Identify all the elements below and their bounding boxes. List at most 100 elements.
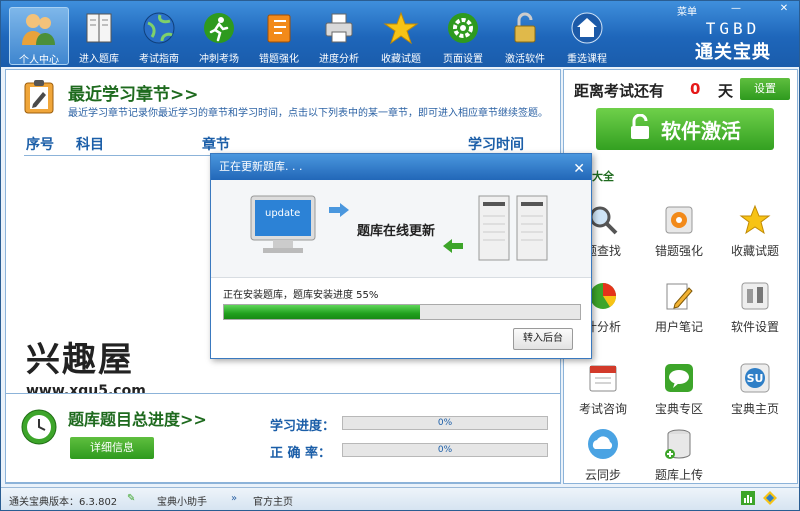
tool-software-settings[interactable]: 软件设置 <box>720 278 790 335</box>
globe-icon <box>140 9 178 47</box>
gear-icon <box>444 9 482 47</box>
calendar-icon <box>585 360 621 396</box>
tool-exam-consult[interactable]: 考试咨询 <box>568 360 638 417</box>
toolbar-label: 进入题库 <box>79 54 119 65</box>
column-header: 序号 <box>26 137 54 153</box>
activate-label: 软件激活 <box>661 118 741 143</box>
dialog-title: 正在更新题库. . . <box>219 160 303 173</box>
watermark: 兴趣屋 www.xqu5.com <box>26 332 146 399</box>
tool-label: 用户笔记 <box>654 320 703 334</box>
wrench-icon: ✎ <box>127 493 136 504</box>
menu-button[interactable]: 菜单 <box>677 3 697 18</box>
svg-text:SU: SU <box>747 372 764 385</box>
column-header: 学习时间 <box>468 137 524 153</box>
toolbar-label: 冲刺考场 <box>199 54 239 65</box>
tool-bank-upload[interactable]: 题库上传 <box>644 426 714 483</box>
activate-software-button[interactable]: 软件激活 <box>596 108 774 150</box>
tool-wrong-question[interactable]: 错题强化 <box>644 202 714 259</box>
recent-title: 最近学习章节>> <box>68 85 199 105</box>
tool-label: 收藏试题 <box>730 244 779 258</box>
install-progress-fill <box>224 305 420 319</box>
screen-label: update <box>265 208 301 219</box>
toolbar-item-reselect-course[interactable]: 重选课程 <box>557 7 617 65</box>
run-in-background-button[interactable]: 转入后台 <box>513 328 573 350</box>
lock-icon <box>506 9 544 47</box>
main-toolbar: 个人中心 进入题库 考试指南 冲刺考场 错题强化 进度分析 收藏试题 页面设置 … <box>1 1 799 67</box>
toolbar-label: 个人中心 <box>19 55 59 66</box>
chat-icon <box>661 360 697 396</box>
window-close-button[interactable]: ✕ <box>777 3 791 15</box>
study-progress-bar: 0% <box>342 416 548 430</box>
watermark-text: 兴趣屋 <box>26 340 134 380</box>
toolbar-label: 页面设置 <box>443 54 483 65</box>
monitor-icon: update <box>249 194 317 260</box>
tool-label: 云同步 <box>584 468 621 482</box>
toolbar-label: 进度分析 <box>319 54 359 65</box>
status-bar: 通关宝典版本：6.3.802 ✎ 宝典小助手 » 官方主页 <box>1 487 799 510</box>
tool-user-notes[interactable]: 用户笔记 <box>644 278 714 335</box>
book-icon <box>80 9 118 47</box>
toolbar-label: 重选课程 <box>567 54 607 65</box>
dialog-title-bar: 正在更新题库. . . ✕ <box>211 154 591 180</box>
runner-icon <box>200 9 238 47</box>
arrow-right-icon <box>329 202 349 221</box>
homepage-link[interactable]: 官方主页 <box>253 493 293 508</box>
chart-icon[interactable] <box>741 491 755 508</box>
recent-description: 最近学习章节记录你最近学习的章节和学习时间，点击以下列表中的某一章节，即可进入相… <box>68 108 548 119</box>
countdown-label: 距离考试还有 <box>574 82 665 100</box>
users-icon <box>20 10 58 48</box>
star-icon <box>382 9 420 47</box>
tool-label: 宝典专区 <box>654 402 703 416</box>
exam-settings-button[interactable]: 设置 <box>740 78 790 100</box>
color-diamond-icon[interactable] <box>763 491 777 508</box>
tool-baodian-zone[interactable]: 宝典专区 <box>644 360 714 417</box>
tool-label: 宝典主页 <box>730 402 779 416</box>
tool-label: 考试咨询 <box>578 402 627 416</box>
toolbar-item-page-settings[interactable]: 页面设置 <box>433 7 493 65</box>
clock-icon <box>20 408 58 450</box>
install-status-text: 正在安装题库，题库安装进度 55% <box>223 290 379 301</box>
brand-english: TGBD <box>705 19 761 38</box>
server-icon <box>475 192 555 268</box>
minimize-button[interactable]: — <box>729 3 743 15</box>
toolbar-item-personal-center[interactable]: 个人中心 <box>9 7 69 66</box>
tool-favorites[interactable]: 收藏试题 <box>720 202 790 259</box>
brand-chinese: 通关宝典 <box>695 42 771 63</box>
tool-label: 题库上传 <box>654 468 703 482</box>
toolbar-item-activate[interactable]: 激活软件 <box>495 7 555 65</box>
toolbar-item-question-bank[interactable]: 进入题库 <box>69 7 129 65</box>
detail-info-button[interactable]: 详细信息 <box>70 437 154 459</box>
days-unit: 天 <box>718 82 734 100</box>
tool-cloud-sync[interactable]: 云同步 <box>568 426 638 483</box>
days-remaining: 0 <box>690 80 701 98</box>
right-panel: 距离考试还有 0 天 设置 软件激活 大全 题查找 错题强化 收藏试题 计分析 <box>563 69 798 484</box>
notebook-icon <box>260 9 298 47</box>
accuracy-label: 正 确 率： <box>270 446 332 461</box>
tool-label: 软件设置 <box>730 320 779 334</box>
settings-icon <box>737 278 773 314</box>
accuracy-bar: 0% <box>342 443 548 457</box>
tool-baodian-home[interactable]: SU 宝典主页 <box>720 360 790 417</box>
star-icon <box>737 202 773 238</box>
toolbar-item-exam-guide[interactable]: 考试指南 <box>129 7 189 65</box>
printer-icon <box>320 9 358 47</box>
update-headline: 题库在线更新 <box>357 224 436 239</box>
assistant-link[interactable]: 宝典小助手 <box>157 493 207 508</box>
home-icon <box>568 9 606 47</box>
toolbar-item-favorites[interactable]: 收藏试题 <box>371 7 431 65</box>
toolbar-item-wrong-question[interactable]: 错题强化 <box>249 7 309 65</box>
toolbar-item-sprint-exam[interactable]: 冲刺考场 <box>189 7 249 65</box>
pencil-icon <box>661 278 697 314</box>
toolbar-label: 考试指南 <box>139 54 179 65</box>
cloud-icon <box>585 426 621 462</box>
tool-label: 错题强化 <box>654 244 703 258</box>
toolbar-label: 错题强化 <box>259 54 299 65</box>
brand-logo: TGBD 通关宝典 <box>695 19 771 64</box>
install-progress-bar <box>223 304 581 320</box>
toolbar-label: 收藏试题 <box>381 54 421 65</box>
tools-title: 大全 <box>592 170 614 183</box>
dialog-close-button[interactable]: ✕ <box>573 156 585 182</box>
unlock-icon <box>629 113 651 145</box>
column-header: 章节 <box>202 137 230 153</box>
toolbar-item-progress-analysis[interactable]: 进度分析 <box>309 7 369 65</box>
